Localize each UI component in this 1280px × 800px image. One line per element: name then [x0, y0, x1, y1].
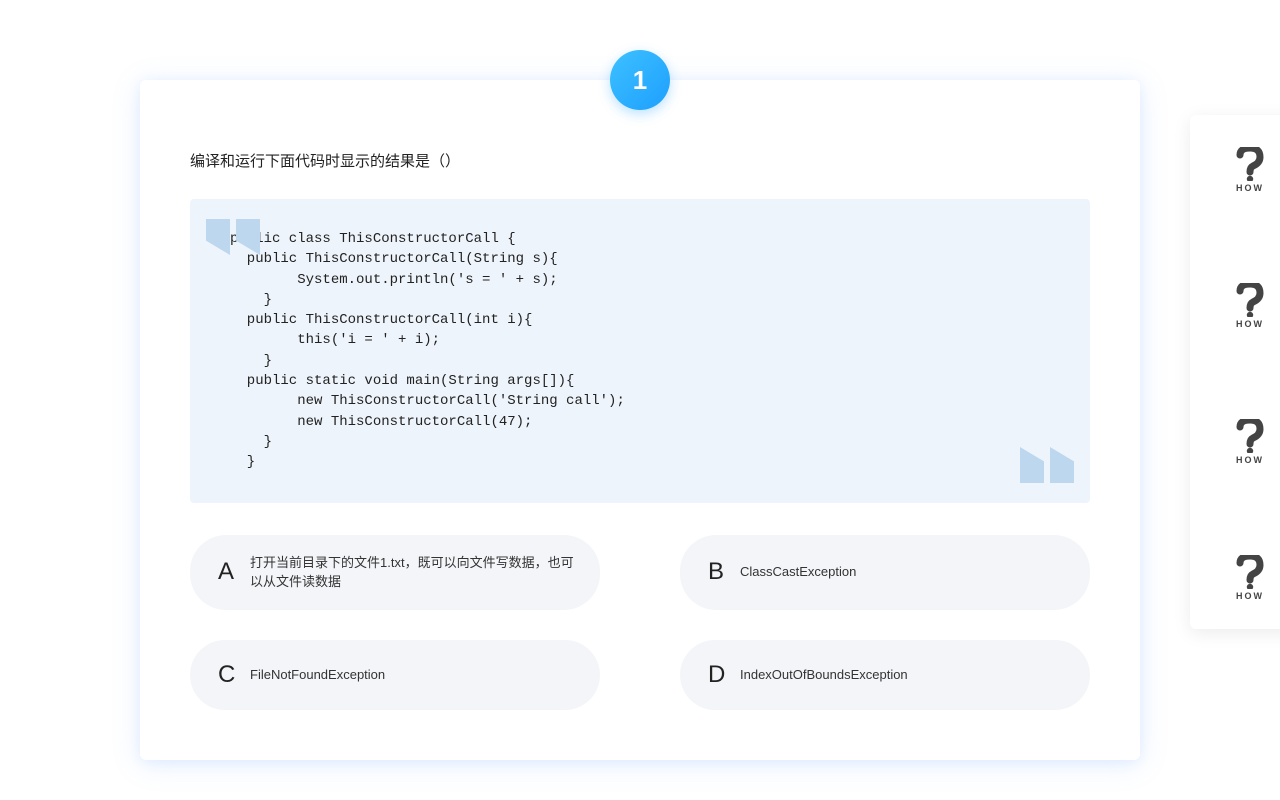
code-block: public class ThisConstructorCall { publi… [190, 199, 1090, 503]
how-icon[interactable]: HOW [1230, 143, 1270, 193]
question-card: 编译和运行下面代码时显示的结果是（） public class ThisCons… [140, 80, 1140, 760]
options-grid: A 打开当前目录下的文件1.txt，既可以向文件写数据，也可以从文件读数据 B … [190, 535, 1090, 710]
option-letter: D [708, 661, 725, 689]
option-c[interactable]: C FileNotFoundException [190, 640, 600, 710]
option-text: FileNotFoundException [250, 665, 385, 685]
option-letter: C [218, 661, 235, 689]
option-b[interactable]: B ClassCastException [680, 535, 1090, 610]
option-letter: B [708, 558, 724, 586]
how-icon[interactable]: HOW [1230, 415, 1270, 465]
code-content: public class ThisConstructorCall { publi… [230, 229, 1050, 473]
how-icon[interactable]: HOW [1230, 279, 1270, 329]
sidebar-panel: HOW HOW HOW HOW [1190, 115, 1280, 629]
option-text: IndexOutOfBoundsException [740, 665, 908, 685]
question-prompt: 编译和运行下面代码时显示的结果是（） [190, 150, 1090, 171]
how-icon[interactable]: HOW [1230, 551, 1270, 601]
how-label: HOW [1236, 455, 1264, 465]
option-d[interactable]: D IndexOutOfBoundsException [680, 640, 1090, 710]
option-letter: A [218, 558, 234, 586]
how-label: HOW [1236, 183, 1264, 193]
question-number: 1 [633, 65, 647, 96]
how-label: HOW [1236, 591, 1264, 601]
question-number-badge: 1 [610, 50, 670, 110]
option-a[interactable]: A 打开当前目录下的文件1.txt，既可以向文件写数据，也可以从文件读数据 [190, 535, 600, 610]
quote-close-icon [1020, 447, 1074, 483]
option-text: 打开当前目录下的文件1.txt，既可以向文件写数据，也可以从文件读数据 [250, 553, 576, 592]
quote-open-icon [206, 219, 260, 255]
how-label: HOW [1236, 319, 1264, 329]
option-text: ClassCastException [740, 562, 856, 582]
